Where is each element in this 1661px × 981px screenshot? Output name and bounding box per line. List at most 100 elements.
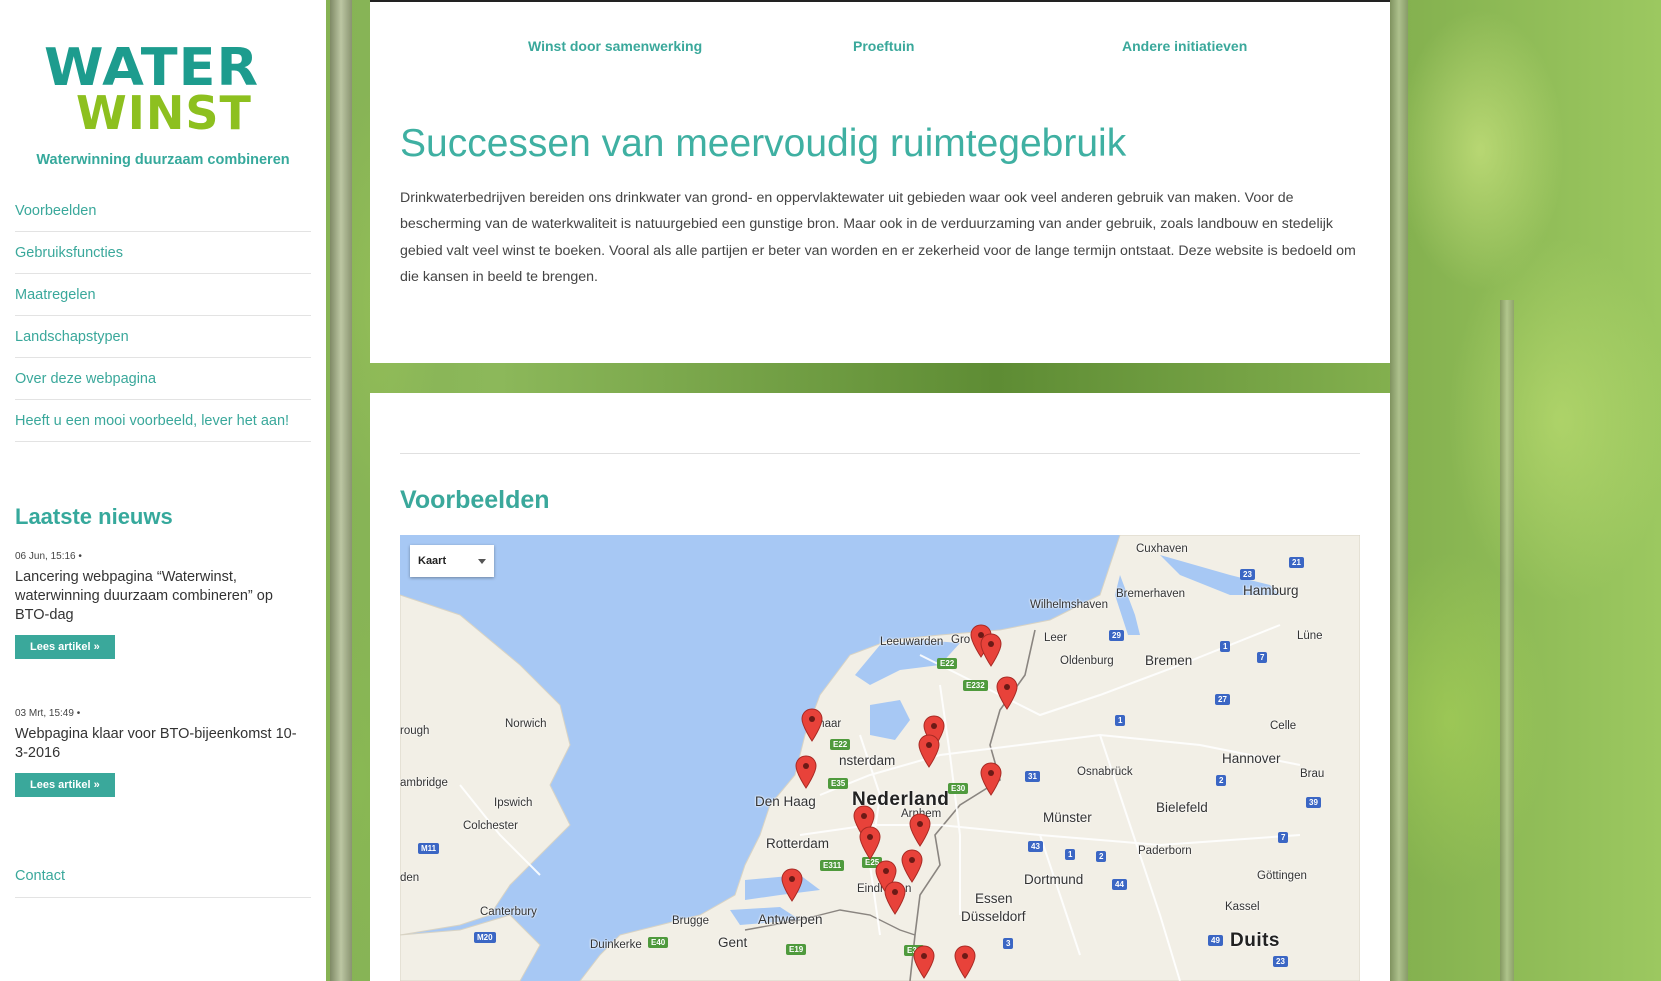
- road-shield: E311: [820, 860, 845, 871]
- road-shield: 21: [1289, 557, 1304, 568]
- examples-card: Voorbeelden Kaart Cuxhaven Wilhelmshaven…: [370, 393, 1390, 981]
- map-marker-icon[interactable]: [954, 945, 976, 979]
- map-marker-icon[interactable]: [980, 633, 1002, 667]
- map-place-label: Duits: [1230, 930, 1280, 951]
- logo-word-winst: WINST: [76, 86, 252, 140]
- map-marker-icon[interactable]: [901, 849, 923, 883]
- map-place-label: Oldenburg: [1060, 655, 1114, 667]
- map-place-label: den: [400, 872, 420, 884]
- map-marker-icon[interactable]: [918, 734, 940, 768]
- sidebar-nav: Voorbeelden Gebruiksfuncties Maatregelen…: [15, 190, 311, 442]
- map-place-label: Osnabrück: [1077, 766, 1133, 778]
- map-place-label: Bremerhaven: [1116, 588, 1186, 600]
- sidebar-item-maatregelen[interactable]: Maatregelen: [15, 274, 311, 316]
- sidebar-item-gebruiksfuncties[interactable]: Gebruiksfuncties: [15, 232, 311, 274]
- map-marker-icon[interactable]: [996, 676, 1018, 710]
- road-shield: E22: [830, 739, 851, 750]
- sidebar-item-over-deze-webpagina[interactable]: Over deze webpagina: [15, 358, 311, 400]
- road-shield: 1: [1115, 715, 1126, 726]
- map-place-label: Cuxhaven: [1136, 543, 1188, 555]
- map-marker-icon[interactable]: [884, 881, 906, 915]
- read-article-button[interactable]: Lees artikel »: [15, 773, 115, 797]
- map-type-select[interactable]: Kaart: [410, 545, 494, 577]
- sidebar-item-lever-voorbeeld-aan[interactable]: Heeft u een mooi voorbeeld, lever het aa…: [15, 400, 311, 442]
- road-shield: 1: [1065, 849, 1076, 860]
- sidebar-item-landschapstypen[interactable]: Landschapstypen: [15, 316, 311, 358]
- map-place-label: Dortmund: [1024, 872, 1084, 887]
- sidebar-item-voorbeelden[interactable]: Voorbeelden: [15, 190, 311, 232]
- road-shield: 2: [1216, 775, 1227, 786]
- map-marker-icon[interactable]: [795, 755, 817, 789]
- intro-card: Winst door samenwerking Proeftuin Andere…: [370, 0, 1390, 363]
- road-shield: 44: [1112, 879, 1127, 890]
- map-place-label: Rotterdam: [766, 836, 830, 851]
- news-title[interactable]: Webpagina klaar voor BTO-bijeenkomst 10-…: [15, 725, 305, 763]
- map-place-label: Hannover: [1222, 751, 1281, 766]
- map-place-label: Norwich: [505, 718, 547, 730]
- map-place-label: rough: [400, 725, 430, 737]
- road-shield: 43: [1028, 841, 1043, 852]
- road-shield: 23: [1273, 956, 1288, 967]
- map-place-label: Gent: [718, 935, 748, 950]
- top-navigation: Winst door samenwerking Proeftuin Andere…: [370, 38, 1390, 58]
- map-place-label: Kassel: [1225, 901, 1260, 913]
- chevron-down-icon: [478, 559, 486, 564]
- map-place-label: Bremen: [1145, 653, 1193, 668]
- map-place-label: Brugge: [672, 915, 710, 927]
- tree-trunk: [330, 0, 352, 981]
- road-shield: 49: [1208, 935, 1223, 946]
- map-place-label: Hamburg: [1243, 583, 1299, 598]
- map-marker-icon[interactable]: [980, 762, 1002, 796]
- road-shield: 1: [1220, 641, 1231, 652]
- road-shield: 31: [1025, 771, 1040, 782]
- map-place-label: Lüne: [1297, 630, 1323, 642]
- map-place-label: ambridge: [400, 777, 448, 789]
- intro-paragraph: Drinkwaterbedrijven bereiden ons drinkwa…: [400, 190, 1356, 285]
- road-shield: E19: [786, 944, 807, 955]
- tree-trunk: [1390, 0, 1408, 981]
- map-place-label: Gro: [951, 634, 971, 646]
- map-place-label: Colchester: [463, 820, 518, 832]
- section-title: Voorbeelden: [400, 486, 550, 514]
- news-date: 03 Mrt, 15:49 •: [15, 708, 81, 719]
- news-item: 03 Mrt, 15:49 • Webpagina klaar voor BTO…: [15, 708, 305, 797]
- page-title: Successen van meervoudig ruimtegebruik: [400, 122, 1127, 165]
- road-shield: 3: [1003, 938, 1014, 949]
- map-place-label: Canterbury: [480, 906, 537, 918]
- read-article-button[interactable]: Lees artikel »: [15, 635, 115, 659]
- map-place-label: Leeuwarden: [880, 636, 944, 648]
- contact-link[interactable]: Contact: [15, 855, 311, 898]
- map-place-label: Göttingen: [1257, 870, 1307, 882]
- road-shield: 2: [1096, 851, 1107, 862]
- road-shield: E232: [963, 680, 988, 691]
- road-shield: E30: [948, 783, 969, 794]
- map-place-label: Brau: [1300, 768, 1325, 780]
- road-shield: 7: [1257, 652, 1268, 663]
- news-title[interactable]: Lancering webpagina “Waterwinst, waterwi…: [15, 568, 305, 625]
- tree-trunk: [1500, 300, 1514, 981]
- divider: [400, 453, 1360, 454]
- map-place-label: Duinkerke: [590, 939, 642, 951]
- examples-map[interactable]: Kaart Cuxhaven Wilhelmshaven Bremerhaven Ha…: [400, 535, 1360, 981]
- map-marker-icon[interactable]: [859, 826, 881, 860]
- map-marker-icon[interactable]: [909, 813, 931, 847]
- map-place-label: Bielefeld: [1156, 800, 1208, 815]
- topnav-andere-initiatieven[interactable]: Andere initiatieven: [1122, 38, 1247, 54]
- map-place-label: Wilhelmshaven: [1030, 599, 1108, 611]
- road-shield: E35: [828, 778, 849, 789]
- map-place-label: Essen: [975, 891, 1013, 906]
- road-shield: 27: [1215, 694, 1230, 705]
- site-logo[interactable]: WATER WINST: [40, 36, 286, 140]
- site-tagline: Waterwinning duurzaam combineren: [36, 152, 290, 168]
- map-place-label: Antwerpen: [758, 912, 823, 927]
- topnav-winst-door-samenwerking[interactable]: Winst door samenwerking: [528, 38, 702, 54]
- sidebar: WATER WINST Waterwinning duurzaam combin…: [0, 0, 326, 981]
- map-marker-icon[interactable]: [781, 868, 803, 902]
- topnav-proeftuin[interactable]: Proeftuin: [853, 38, 914, 54]
- map-marker-icon[interactable]: [913, 945, 935, 979]
- road-shield: 39: [1306, 797, 1321, 808]
- road-shield: M20: [474, 932, 496, 943]
- map-place-label: Leer: [1044, 632, 1068, 644]
- map-type-value: Kaart: [418, 555, 447, 567]
- map-marker-icon[interactable]: [801, 708, 823, 742]
